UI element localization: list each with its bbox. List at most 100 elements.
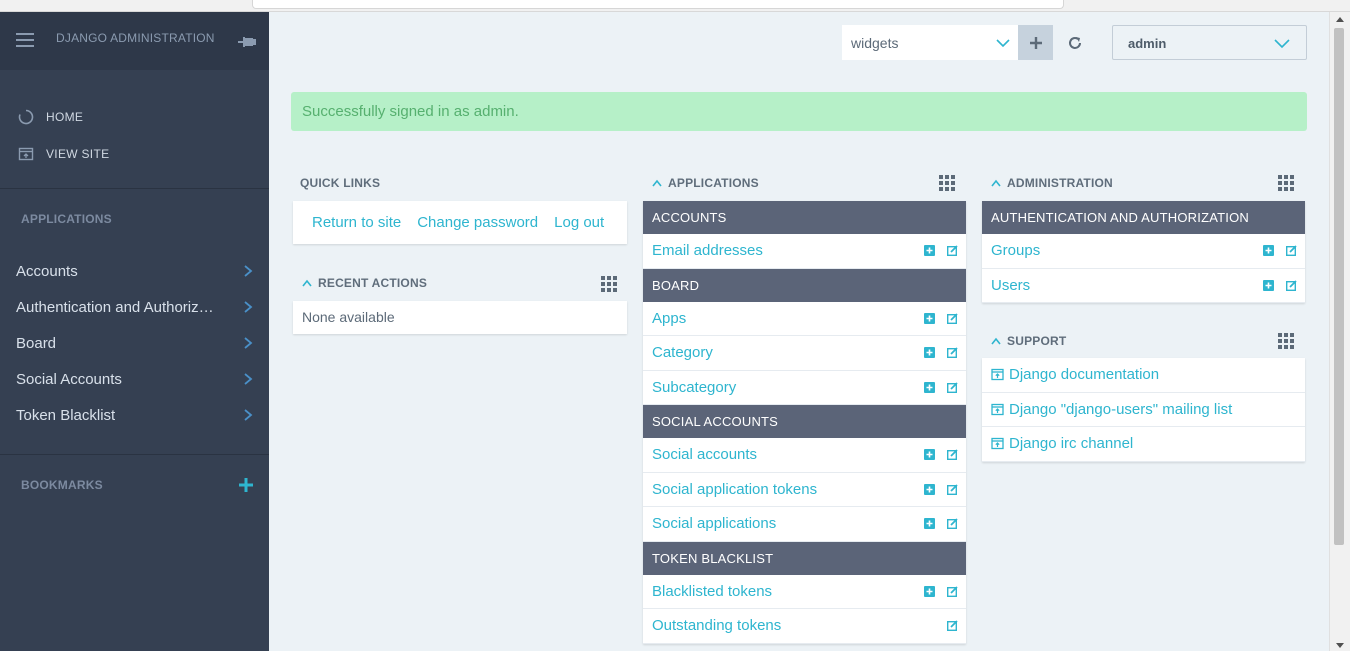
chevron-up-icon	[652, 179, 662, 187]
sidebar-top-links: HOME VIEW SITE	[0, 98, 269, 172]
edit-icon[interactable]	[947, 382, 958, 393]
scroll-down-arrow-icon[interactable]	[1336, 643, 1344, 648]
model-row: Social application tokens	[643, 472, 966, 507]
sidebar-item-social-accounts[interactable]: Social Accounts	[0, 361, 269, 397]
sidebar-home-link[interactable]: HOME	[0, 98, 269, 135]
widgets-select[interactable]: widgets	[842, 25, 1018, 60]
home-label: HOME	[46, 109, 84, 124]
model-row: Apps	[643, 301, 966, 336]
external-link-icon	[991, 369, 1004, 381]
add-bookmark-icon[interactable]	[236, 475, 256, 495]
support-title[interactable]: SUPPORT	[991, 334, 1066, 348]
module-header-token-blacklist: TOKEN BLACKLIST	[643, 541, 966, 575]
model-link[interactable]: Social accounts	[652, 446, 757, 463]
drag-handle-icon[interactable]	[1277, 174, 1295, 192]
chevron-down-icon	[996, 39, 1010, 48]
external-link-icon	[991, 403, 1004, 415]
page-scrollbar[interactable]	[1329, 12, 1350, 651]
edit-icon[interactable]	[1286, 280, 1297, 291]
sidebar-item-board[interactable]: Board	[0, 325, 269, 361]
change-password-link[interactable]: Change password	[417, 214, 538, 231]
support-link-label: Django "django-users" mailing list	[1009, 400, 1233, 418]
scroll-up-arrow-icon[interactable]	[1336, 17, 1344, 22]
applications-title[interactable]: APPLICATIONS	[652, 176, 759, 190]
edit-icon[interactable]	[947, 347, 958, 359]
model-link[interactable]: Blacklisted tokens	[652, 583, 772, 600]
model-row: Users	[982, 268, 1305, 303]
support-link-mailing-list[interactable]: Django "django-users" mailing list	[982, 393, 1305, 427]
scroll-thumb[interactable]	[1334, 28, 1344, 545]
add-icon[interactable]	[1263, 245, 1274, 257]
administration-title[interactable]: ADMINISTRATION	[991, 176, 1113, 190]
model-row: Outstanding tokens	[643, 609, 966, 644]
chevron-up-icon	[991, 337, 1001, 345]
add-icon[interactable]	[924, 483, 935, 495]
model-link[interactable]: Email addresses	[652, 242, 763, 259]
edit-icon[interactable]	[947, 586, 958, 597]
log-out-link[interactable]: Log out	[554, 214, 604, 231]
add-widget-button[interactable]	[1018, 25, 1053, 60]
chevron-right-icon	[244, 337, 253, 349]
model-row: Blacklisted tokens	[643, 574, 966, 609]
administration-module: AUTHENTICATION AND AUTHORIZATION Groups …	[982, 201, 1305, 303]
edit-icon[interactable]	[947, 313, 958, 324]
recent-actions-title-text: RECENT ACTIONS	[318, 276, 428, 290]
add-icon[interactable]	[924, 381, 935, 393]
add-icon[interactable]	[1263, 279, 1274, 291]
model-link[interactable]: Outstanding tokens	[652, 617, 781, 634]
quick-links-card: Return to site Change password Log out	[293, 201, 627, 244]
menu-toggle-icon[interactable]	[16, 33, 34, 47]
quick-links-title-text: QUICK LINKS	[300, 176, 381, 190]
module-header-auth: AUTHENTICATION AND AUTHORIZATION	[982, 201, 1305, 234]
model-link[interactable]: Social applications	[652, 515, 776, 532]
view-site-label: VIEW SITE	[46, 146, 110, 161]
success-message: Successfully signed in as admin.	[291, 92, 1307, 131]
sidebar-apps-list: Accounts Authentication and Authoriz… Bo…	[0, 253, 269, 433]
add-icon[interactable]	[924, 518, 935, 530]
edit-icon[interactable]	[1286, 245, 1297, 257]
edit-icon[interactable]	[947, 245, 958, 257]
add-icon[interactable]	[924, 449, 935, 461]
return-to-site-link[interactable]: Return to site	[312, 214, 401, 231]
model-link[interactable]: Users	[991, 277, 1030, 294]
sidebar-item-auth[interactable]: Authentication and Authoriz…	[0, 289, 269, 325]
model-link[interactable]: Social application tokens	[652, 481, 817, 498]
view-site-icon	[18, 146, 34, 162]
refresh-icon[interactable]	[1066, 34, 1084, 52]
add-icon[interactable]	[924, 312, 935, 324]
edit-icon[interactable]	[947, 484, 958, 495]
drag-handle-icon[interactable]	[938, 174, 956, 192]
user-menu-select[interactable]: admin	[1112, 25, 1307, 60]
add-icon[interactable]	[924, 585, 935, 597]
support-link-docs[interactable]: Django documentation	[982, 358, 1305, 393]
model-link[interactable]: Apps	[652, 310, 686, 327]
sidebar-view-site-link[interactable]: VIEW SITE	[0, 135, 269, 172]
support-link-irc[interactable]: Django irc channel	[982, 427, 1305, 462]
sidebar-item-token-blacklist[interactable]: Token Blacklist	[0, 397, 269, 433]
pin-icon[interactable]	[236, 34, 256, 50]
model-link[interactable]: Subcategory	[652, 379, 736, 396]
model-link[interactable]: Category	[652, 344, 713, 361]
address-bar[interactable]	[252, 0, 1064, 9]
sidebar-item-label: Token Blacklist	[16, 406, 116, 424]
add-icon[interactable]	[924, 347, 935, 359]
model-link[interactable]: Groups	[991, 242, 1040, 259]
quick-links-title: QUICK LINKS	[300, 176, 380, 190]
support-link-label: Django irc channel	[1009, 435, 1134, 453]
model-row: Email addresses	[643, 234, 966, 269]
chevron-right-icon	[244, 409, 253, 421]
recent-actions-title[interactable]: RECENT ACTIONS	[302, 276, 427, 290]
edit-icon[interactable]	[947, 449, 958, 461]
drag-handle-icon[interactable]	[600, 275, 618, 293]
drag-handle-icon[interactable]	[1277, 332, 1295, 350]
chevron-right-icon	[244, 265, 253, 277]
edit-icon[interactable]	[947, 518, 958, 530]
sidebar-item-accounts[interactable]: Accounts	[0, 253, 269, 289]
module-header-board: BOARD	[643, 268, 966, 302]
administration-title-text: ADMINISTRATION	[1007, 176, 1113, 190]
applications-section-title: APPLICATIONS	[21, 212, 112, 226]
model-row: Groups	[982, 234, 1305, 269]
edit-icon[interactable]	[947, 620, 958, 632]
browser-strip	[0, 0, 1350, 12]
add-icon[interactable]	[924, 245, 935, 257]
